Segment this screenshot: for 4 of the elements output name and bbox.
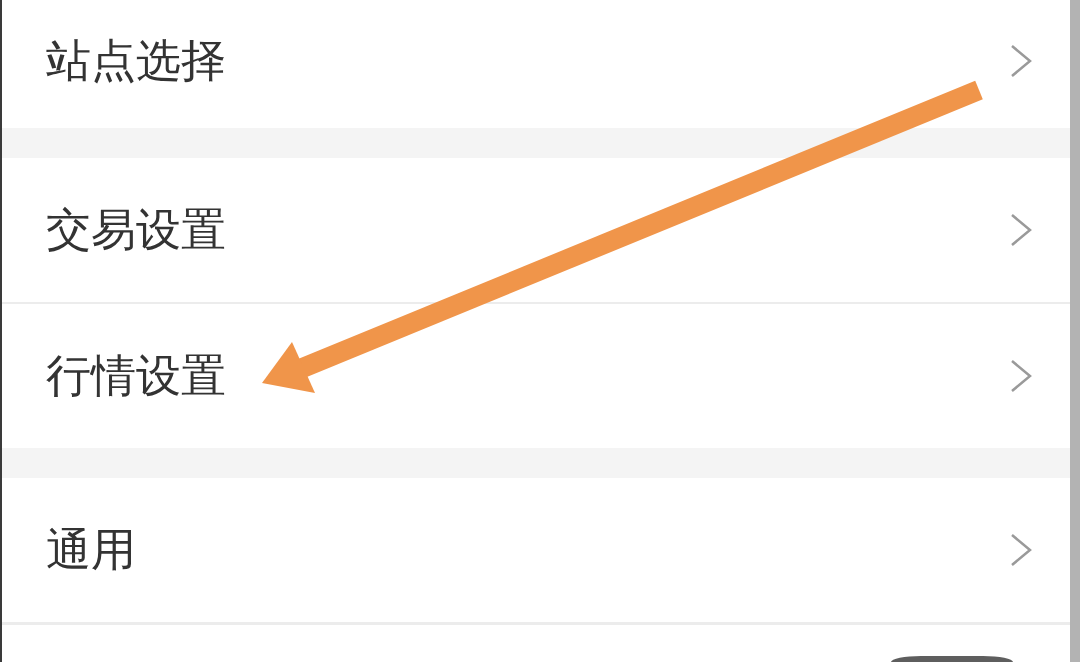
chevron-right-icon [1010,359,1032,393]
chevron-right-icon [1010,533,1032,567]
chevron-right-icon [1010,44,1032,78]
chevron-right-icon [1010,213,1032,247]
